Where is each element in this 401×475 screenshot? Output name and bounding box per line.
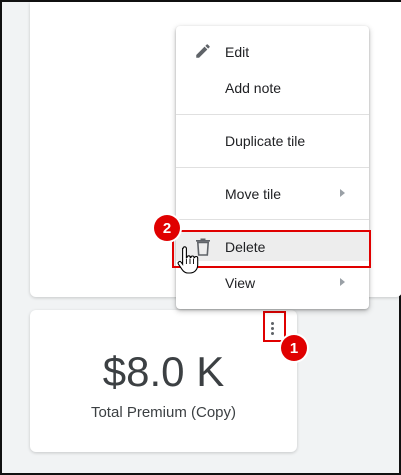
menu-item-label: Edit xyxy=(225,44,250,60)
menu-item-move-tile[interactable]: Move tile xyxy=(176,178,369,208)
menu-item-add-note[interactable]: Add note xyxy=(176,72,369,102)
screenshot-frame: $8.0 K Total Premium (Copy) Edit Add not… xyxy=(0,0,401,475)
menu-item-label: Move tile xyxy=(225,186,282,202)
highlight-box-more xyxy=(263,311,286,342)
step-badge-1: 1 xyxy=(281,335,307,361)
tile-label: Total Premium (Copy) xyxy=(90,404,237,421)
step-badge-2: 2 xyxy=(154,215,180,241)
premium-tile: $8.0 K Total Premium (Copy) xyxy=(30,310,297,452)
chevron-right-icon xyxy=(340,189,345,197)
menu-item-duplicate-tile[interactable]: Duplicate tile xyxy=(176,125,369,155)
hand-cursor-icon xyxy=(177,246,199,274)
menu-divider xyxy=(176,114,369,115)
menu-divider xyxy=(176,219,369,220)
chevron-right-icon xyxy=(340,278,345,286)
tile-value: $8.0 K xyxy=(102,348,225,395)
menu-divider xyxy=(176,167,369,168)
menu-item-label: Add note xyxy=(225,80,282,96)
menu-item-label: Duplicate tile xyxy=(225,133,306,149)
pencil-icon xyxy=(196,44,210,58)
menu-item-label: View xyxy=(225,275,256,291)
menu-item-view[interactable]: View xyxy=(176,267,369,297)
